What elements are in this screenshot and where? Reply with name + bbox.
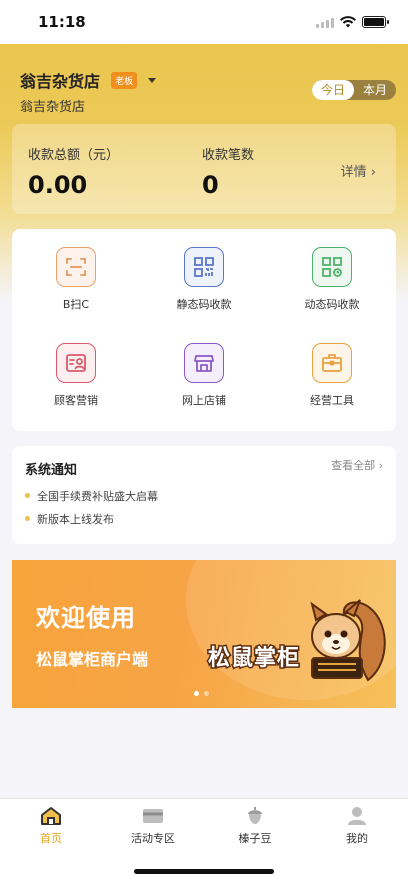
caret-down-icon	[148, 78, 157, 83]
service-online-store[interactable]: 网上店铺	[144, 343, 264, 408]
view-all-link[interactable]: 查看全部 ›	[331, 457, 383, 473]
promo-banner[interactable]: 欢迎使用 松鼠掌柜商户端 松鼠掌柜	[12, 560, 396, 708]
wifi-icon	[340, 16, 356, 28]
status-icons	[316, 16, 389, 28]
pagination-dot-active	[194, 691, 199, 696]
person-icon	[306, 805, 408, 827]
service-business-tools[interactable]: 经营工具	[272, 343, 392, 408]
cellular-signal-icon	[316, 17, 334, 28]
tab-home[interactable]: 首页	[0, 805, 102, 846]
home-indicator	[134, 869, 274, 874]
bullet-dot-icon	[25, 516, 30, 521]
service-b-scan-c[interactable]: B扫C	[16, 247, 136, 312]
store-name: 翁吉杂货店	[20, 72, 101, 91]
notice-text: 新版本上线发布	[37, 513, 114, 526]
tab-hazel-beans[interactable]: 榛子豆	[204, 805, 306, 846]
service-label: 经营工具	[310, 394, 354, 407]
service-label: B扫C	[62, 298, 90, 311]
banner-title: 欢迎使用	[36, 604, 136, 632]
details-link[interactable]: 详情 ›	[341, 161, 376, 180]
tab-label: 我的	[346, 832, 368, 845]
tab-label: 活动专区	[131, 832, 175, 845]
service-static-qr[interactable]: 静态码收款	[144, 247, 264, 312]
status-bar: 11:18	[0, 0, 408, 44]
stats-card: 收款总额（元） 0.00 收款笔数 0 详情 ›	[12, 124, 396, 214]
system-notice-card: 系统通知 查看全部 › 全国手续费补贴盛大启幕 新版本上线发布	[12, 446, 396, 544]
home-icon	[0, 805, 102, 827]
tab-promotions[interactable]: 活动专区	[102, 805, 204, 846]
payment-count-stat: 收款笔数 0	[202, 144, 254, 199]
service-label: 静态码收款	[176, 298, 232, 311]
notice-text: 全国手续费补贴盛大启幕	[37, 490, 158, 503]
dynamic-qr-icon	[312, 247, 352, 287]
services-grid: B扫C 静态码收款 动态码收款 顾客营销 网上店铺 经营工具	[12, 229, 396, 431]
qr-code-icon	[184, 247, 224, 287]
total-amount-label: 收款总额（元）	[28, 148, 120, 163]
payment-count-label: 收款笔数	[202, 148, 255, 163]
banner-pagination	[194, 691, 209, 696]
period-month-button[interactable]: 本月	[354, 80, 396, 100]
service-dynamic-qr[interactable]: 动态码收款	[272, 247, 392, 312]
customer-icon	[56, 343, 96, 383]
total-amount-stat: 收款总额（元） 0.00	[28, 144, 119, 199]
card-icon	[102, 805, 204, 827]
service-label: 动态码收款	[304, 298, 360, 311]
banner-brand-logo: 松鼠掌柜	[206, 645, 301, 673]
store-header: 翁吉杂货店 老板 翁吉杂货店 今日 本月	[20, 68, 396, 115]
bullet-dot-icon	[25, 493, 30, 498]
period-today-button[interactable]: 今日	[311, 80, 354, 100]
total-amount-value: 0.00	[28, 171, 88, 199]
pagination-dot	[204, 691, 209, 696]
status-time: 11:18	[38, 13, 86, 31]
banner-subtitle: 松鼠掌柜商户端	[36, 650, 149, 669]
notice-item[interactable]: 新版本上线发布	[25, 511, 114, 527]
scan-frame-icon	[56, 247, 96, 287]
toolbox-icon	[312, 343, 352, 383]
notice-title: 系统通知	[25, 463, 78, 478]
acorn-icon	[204, 805, 306, 827]
payment-count-value: 0	[202, 171, 219, 199]
service-label: 顾客营销	[54, 394, 98, 407]
tab-label: 榛子豆	[238, 832, 272, 845]
notice-item[interactable]: 全国手续费补贴盛大启幕	[25, 488, 158, 504]
squirrel-mascot-icon	[310, 599, 386, 682]
battery-icon	[362, 16, 389, 28]
role-badge: 老板	[111, 72, 138, 89]
tab-profile[interactable]: 我的	[306, 805, 408, 846]
period-toggle: 今日 本月	[311, 80, 396, 100]
storefront-icon	[184, 343, 224, 383]
tab-label: 首页	[40, 832, 62, 845]
service-customer-marketing[interactable]: 顾客营销	[16, 343, 136, 408]
service-label: 网上店铺	[182, 394, 226, 407]
